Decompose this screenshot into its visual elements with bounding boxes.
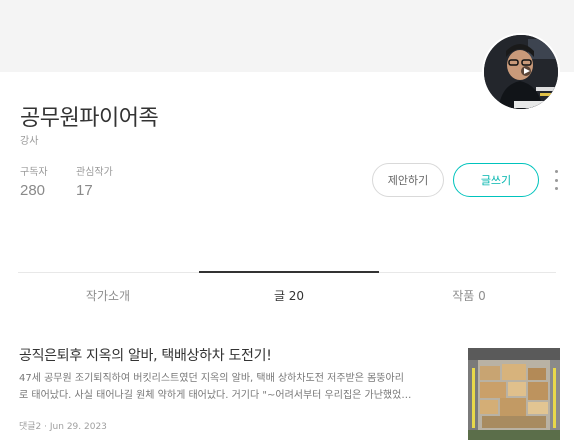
stat-subscribers-value: 280	[20, 182, 46, 199]
author-job: 강사	[20, 136, 39, 147]
stat-subscribers[interactable]: 구독자 280	[20, 163, 48, 199]
stat-following[interactable]: 관심작가 17	[76, 163, 113, 199]
tab-works[interactable]: 작품 0	[380, 287, 558, 304]
post-title[interactable]: 공직은퇴후 지옥의 알바, 택배상하차 도전기!	[19, 345, 272, 365]
author-avatar[interactable]	[482, 33, 560, 111]
stat-subscribers-label: 구독자	[20, 167, 48, 178]
stat-following-value: 17	[76, 182, 93, 199]
post-date: Jun 29. 2023	[49, 422, 107, 432]
tab-author-intro[interactable]: 작가소개	[18, 287, 198, 304]
stat-following-label: 관심작가	[76, 167, 113, 178]
post-comments: 댓글2	[19, 422, 42, 432]
post-excerpt-line-2: 로 태어났다. 사실 태어나길 원체 약하게 태어났다. 거기다 "~어려서부터…	[19, 390, 412, 401]
post-thumbnail[interactable]	[468, 348, 560, 440]
active-tab-indicator	[199, 271, 379, 273]
parcel-truck-photo	[468, 348, 560, 440]
more-options-icon[interactable]	[553, 170, 559, 190]
write-button[interactable]: 글쓰기	[453, 163, 539, 197]
post-excerpt[interactable]: 47세 공무원 조기퇴직하여 버킷리스트였던 지옥의 알바, 택배 상하차도전 …	[19, 370, 441, 404]
tab-posts[interactable]: 글 20	[199, 287, 379, 304]
post-excerpt-line-1: 47세 공무원 조기퇴직하여 버킷리스트였던 지옥의 알바, 택배 상하차도전 …	[19, 373, 404, 384]
post-meta: 댓글2 · Jun 29. 2023	[19, 419, 107, 432]
avatar-photo	[484, 35, 558, 109]
suggest-button[interactable]: 제안하기	[372, 163, 444, 197]
author-name: 공무원파이어족	[20, 106, 159, 131]
